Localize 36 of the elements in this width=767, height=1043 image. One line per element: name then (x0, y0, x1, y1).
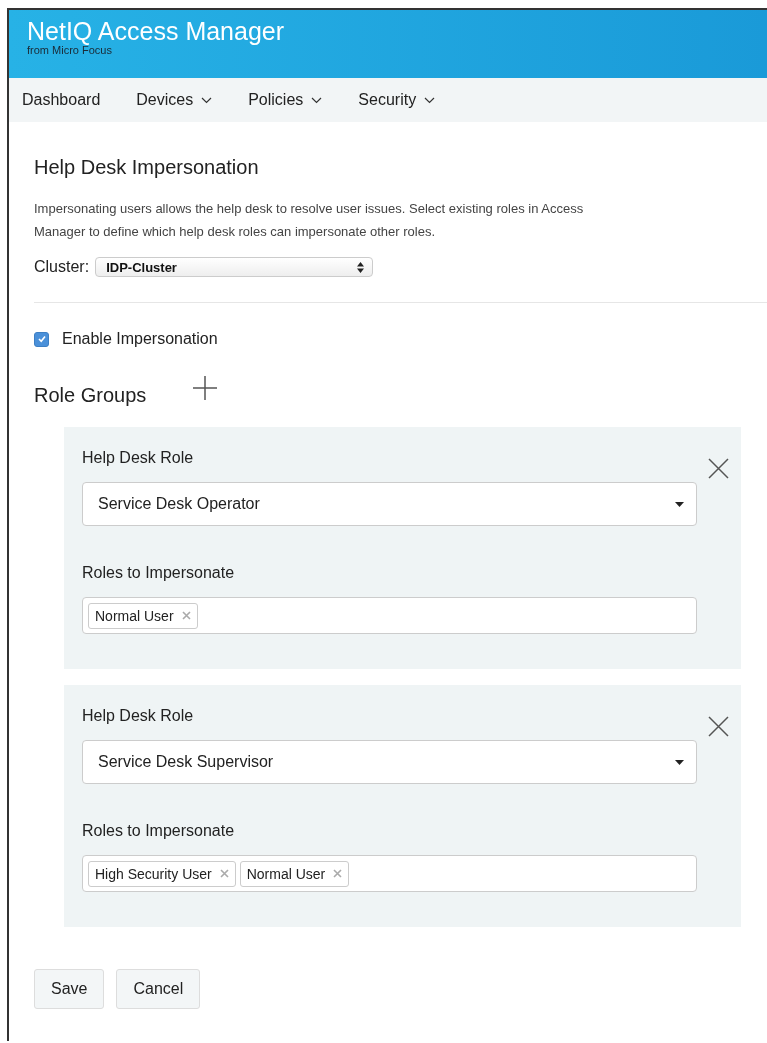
remove-icon[interactable] (219, 869, 229, 878)
roles-input[interactable]: High Security User Normal User (82, 855, 697, 892)
field-label: Roles to Impersonate (82, 822, 236, 840)
role-tag: Normal User (239, 860, 350, 887)
action-button[interactable]: Cancel (116, 969, 201, 1009)
add-icon[interactable] (193, 375, 218, 400)
role-select[interactable]: Service Desk Operator (82, 482, 697, 526)
remove-icon[interactable] (181, 611, 191, 620)
remove-icon[interactable] (333, 869, 343, 878)
product-title: NetIQ Access Manager (27, 16, 286, 46)
nav-item[interactable]: Dashboard (22, 91, 101, 109)
caret-icon (675, 501, 684, 507)
nav-item[interactable]: Devices (136, 91, 213, 109)
enable-label: Enable Impersonation (62, 330, 218, 348)
page-title: Help Desk Impersonation (34, 156, 260, 179)
close-icon[interactable] (708, 458, 729, 479)
action-button[interactable]: Save (34, 969, 105, 1009)
nav-item[interactable]: Policies (248, 91, 323, 109)
field-label: Help Desk Role (82, 449, 195, 467)
field-label: Help Desk Role (82, 707, 195, 725)
page-description: Impersonating users allows the help desk to resolve user issues. Select existing roles in Access Manager to define which help desk roles can impersonate other roles. (34, 200, 585, 241)
product-subtitle: from Micro Focus (27, 44, 113, 56)
nav-item[interactable]: Security (358, 91, 436, 109)
field-label: Roles to Impersonate (82, 564, 236, 582)
role-select[interactable]: Service Desk Supervisor (82, 740, 697, 784)
cluster-label: Cluster: (34, 258, 90, 276)
close-icon[interactable] (708, 716, 729, 737)
checkmark-icon (36, 334, 47, 344)
updown-arrows-icon (357, 261, 365, 273)
enable-checkbox[interactable] (34, 331, 49, 347)
roles-input[interactable]: Normal User (82, 597, 697, 634)
section-title: Role Groups (34, 384, 147, 407)
cluster-select[interactable]: IDP-Cluster (95, 257, 374, 277)
role-tag: Normal User (88, 602, 198, 629)
role-tag: High Security User (88, 860, 236, 887)
caret-icon (675, 759, 684, 765)
